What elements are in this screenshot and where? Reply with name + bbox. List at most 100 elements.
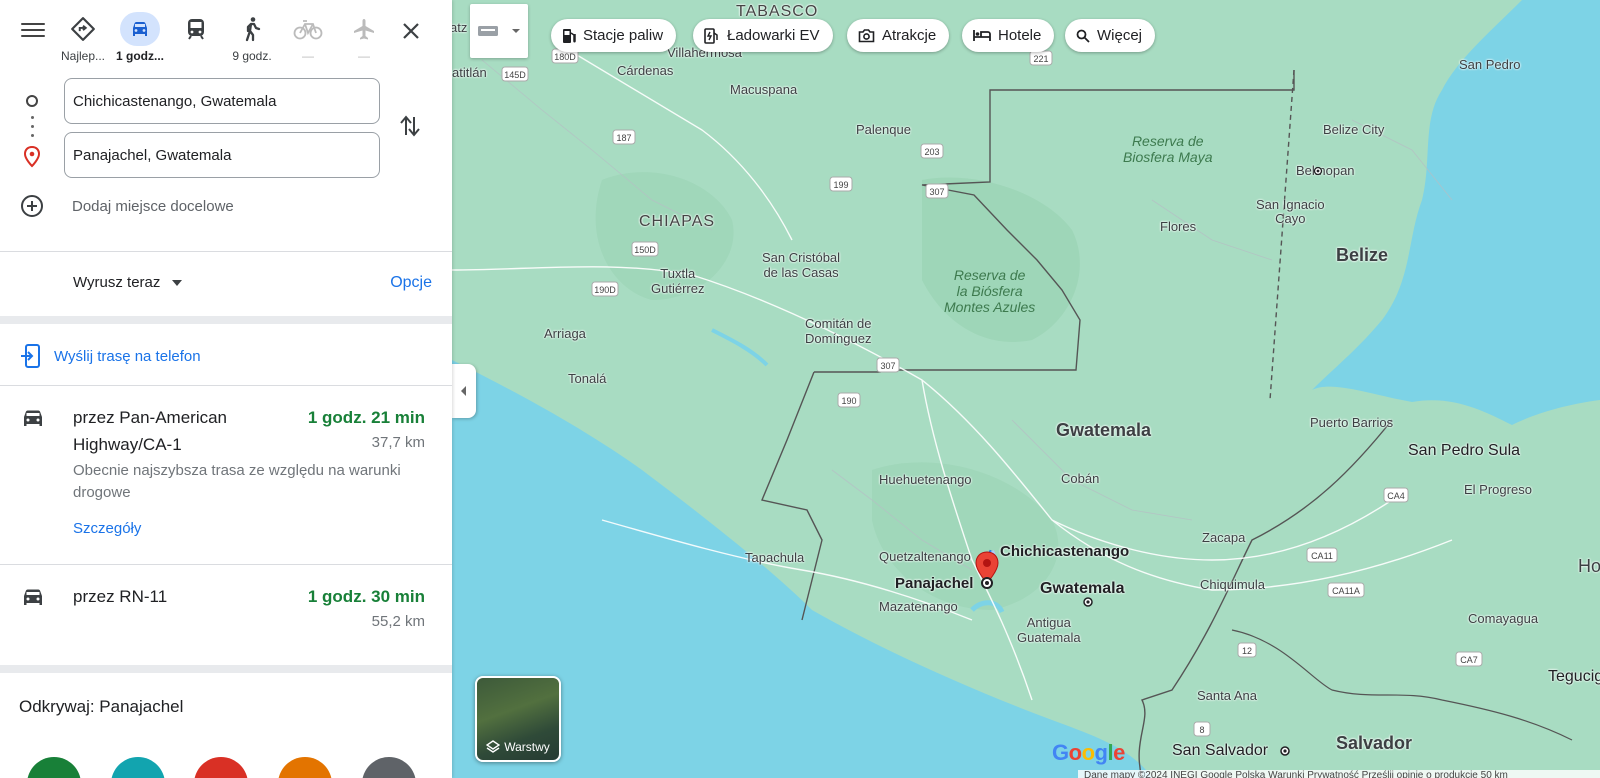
map-attribution[interactable]: Dane mapy ©2024 INEGI Google Polska Waru… xyxy=(1078,770,1600,778)
map-label: Quetzaltenango xyxy=(879,549,971,564)
close-button[interactable] xyxy=(396,16,426,46)
mode-flight[interactable]: — xyxy=(334,12,394,63)
svg-text:CA7: CA7 xyxy=(1460,655,1478,665)
map-label: Santa Ana xyxy=(1197,688,1257,703)
divider xyxy=(0,564,452,565)
map-label: Antigua Guatemala xyxy=(1017,615,1081,645)
map-label: Cobán xyxy=(1061,471,1100,486)
car-icon xyxy=(21,587,45,612)
capital-marker-icon xyxy=(1313,166,1323,176)
map-canvas[interactable]: 145D 180D 187 199 203 307 221 150D 190D … xyxy=(452,0,1600,778)
map-label: CHIAPAS xyxy=(639,213,716,230)
route-option-1[interactable]: przez Pan-American Highway/CA-1 1 godz. … xyxy=(0,404,452,564)
layers-label: Warstwy xyxy=(504,740,550,754)
route-distance: 37,7 km xyxy=(371,434,425,451)
layers-button[interactable]: Warstwy xyxy=(475,676,561,762)
map-label: Belmopan xyxy=(1296,163,1355,178)
camera-icon xyxy=(858,29,875,43)
map-label: Belize xyxy=(1336,245,1389,265)
svg-text:307: 307 xyxy=(880,361,895,371)
chip-label: Atrakcje xyxy=(882,27,937,44)
map-label-destination[interactable]: Panajachel xyxy=(895,575,973,592)
svg-text:199: 199 xyxy=(833,180,848,190)
chip-ev-chargers[interactable]: Ładowarki EV xyxy=(693,19,833,52)
route-option-2[interactable]: przez RN-11 1 godz. 30 min 55,2 km xyxy=(0,583,452,663)
add-destination-row[interactable]: Dodaj miejsce docelowe xyxy=(20,194,234,218)
route-time: 1 godz. 30 min xyxy=(307,587,425,606)
destination-pin-icon[interactable] xyxy=(974,551,1000,591)
collapse-panel-button[interactable] xyxy=(452,364,476,418)
route-details-link[interactable]: Szczegóły xyxy=(73,520,141,537)
road-shields: 145D 180D 187 199 203 307 221 150D 190D … xyxy=(501,48,1483,737)
svg-text:12: 12 xyxy=(1242,646,1252,656)
map-label: San Cristóbal de las Casas xyxy=(762,250,841,280)
google-logo: Google xyxy=(1052,740,1125,765)
svg-text:221: 221 xyxy=(1033,54,1048,64)
destination-input[interactable]: Panajachel, Gwatemala xyxy=(64,132,380,178)
map-label: Flores xyxy=(1160,219,1197,234)
origin-input[interactable]: Chichicastenango, Gwatemala xyxy=(64,78,380,124)
map-label: Zacapa xyxy=(1202,530,1246,545)
menu-button[interactable] xyxy=(21,19,45,39)
map-label-origin[interactable]: Chichicastenango xyxy=(1000,543,1129,560)
directions-panel: Najlep... 1 godz... 9 godz. — — Chichica… xyxy=(0,0,452,778)
bike-icon xyxy=(288,12,328,46)
swap-button[interactable] xyxy=(399,113,421,144)
map-label: Arriaga xyxy=(544,326,586,341)
map-label: Tapachula xyxy=(745,550,805,565)
chevron-down-icon xyxy=(512,29,520,33)
svg-text:203: 203 xyxy=(924,147,939,157)
train-icon xyxy=(176,12,216,46)
capital-marker-icon xyxy=(1083,597,1093,607)
best-route-icon xyxy=(63,12,103,46)
chip-hotels[interactable]: Hotele xyxy=(962,19,1055,52)
map-label: San Salvador xyxy=(1172,742,1269,759)
chip-more[interactable]: Więcej xyxy=(1065,19,1156,52)
map-label: Belize City xyxy=(1323,122,1385,137)
hotel-icon xyxy=(973,30,991,41)
add-circle-icon xyxy=(21,195,43,217)
keyboard-toggle-button[interactable] xyxy=(470,4,528,58)
gas-station-icon xyxy=(563,28,576,43)
options-button[interactable]: Opcje xyxy=(390,274,432,292)
map-label: Tonalá xyxy=(568,371,607,386)
explore-heading: Odkrywaj: Panajachel xyxy=(19,697,184,716)
explore-parking-button[interactable] xyxy=(278,757,332,778)
destination-pin-icon xyxy=(23,145,41,173)
origin-marker-icon xyxy=(26,95,38,107)
divider xyxy=(0,251,452,252)
mode-walking[interactable]: 9 godz. xyxy=(222,12,282,63)
mode-cycling[interactable]: — xyxy=(278,12,338,63)
map-label: atitlán xyxy=(452,65,487,80)
map-label: Gwatemala xyxy=(1056,420,1152,440)
car-icon xyxy=(21,408,45,433)
map-label: Palenque xyxy=(856,122,911,137)
explore-gas-button[interactable] xyxy=(194,757,248,778)
map-label: Cárdenas xyxy=(617,63,674,78)
search-icon xyxy=(1076,29,1090,43)
mode-driving[interactable]: 1 godz... xyxy=(110,12,170,63)
route-dots-icon xyxy=(31,116,34,143)
route-via: przez Pan-American Highway/CA-1 xyxy=(73,408,228,454)
send-to-phone-label: Wyślij trasę na telefon xyxy=(54,347,201,365)
explore-restaurants-button[interactable] xyxy=(27,757,81,778)
explore-hotels-button[interactable] xyxy=(111,757,165,778)
chip-attractions[interactable]: Atrakcje xyxy=(847,19,950,52)
explore-more-button[interactable] xyxy=(362,757,416,778)
map-label: Tuxtla Gutiérrez xyxy=(651,266,705,296)
svg-text:CA4: CA4 xyxy=(1387,491,1405,501)
layers-icon xyxy=(486,740,501,753)
chip-gas-stations[interactable]: Stacje paliw xyxy=(551,19,677,52)
chevron-left-icon xyxy=(461,386,466,396)
capital-marker-icon xyxy=(1280,746,1290,756)
map-label: Mazatenango xyxy=(879,599,958,614)
depart-time-dropdown[interactable]: Wyrusz teraz xyxy=(73,274,183,291)
divider xyxy=(0,385,452,386)
route-via: przez RN-11 xyxy=(73,587,168,606)
mode-best[interactable]: Najlep... xyxy=(53,12,113,63)
map-label: Comitán de Domínguez xyxy=(805,316,872,346)
chip-label: Hotele xyxy=(998,27,1042,44)
travel-mode-bar: Najlep... 1 godz... 9 godz. — — xyxy=(0,0,452,70)
send-to-phone-button[interactable]: Wyślij trasę na telefon xyxy=(20,344,201,368)
mode-transit[interactable] xyxy=(166,12,226,63)
